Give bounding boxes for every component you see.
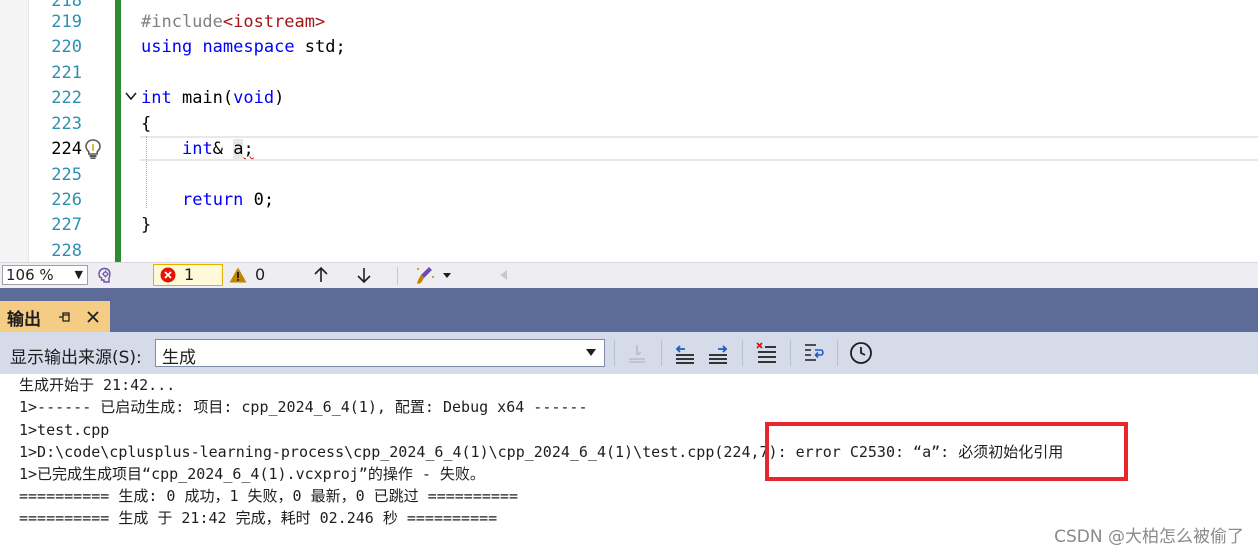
- toolbar-separator: [661, 340, 662, 366]
- clock-icon[interactable]: [849, 341, 873, 365]
- line-number: 227: [51, 215, 82, 235]
- line-number: 226: [51, 190, 82, 210]
- warning-count-button[interactable]: 0: [229, 264, 274, 286]
- lightbulb-icon[interactable]: [83, 138, 103, 160]
- toolbar-separator: [742, 340, 743, 366]
- code-text: ): [274, 88, 285, 108]
- output-line: 1>已完成生成项目“cpp_2024_6_4(1).vcxproj”的操作 - …: [19, 465, 485, 483]
- go-to-location-icon[interactable]: [625, 341, 649, 365]
- keyword: void: [233, 88, 275, 108]
- output-line: 1>------ 已启动生成: 项目: cpp_2024_6_4(1), 配置:…: [19, 398, 588, 416]
- editor-indicator-margin: [0, 0, 29, 262]
- output-line: 1>test.cpp: [19, 421, 110, 439]
- keyword: int: [182, 139, 213, 159]
- arrow-down-icon[interactable]: [355, 266, 373, 284]
- error-squiggle[interactable]: ;: [243, 139, 253, 159]
- toolbar-separator: [614, 340, 615, 366]
- line-number: 220: [51, 37, 82, 57]
- toggle-word-wrap-icon[interactable]: [802, 341, 826, 365]
- error-annotation-box: [765, 422, 1128, 481]
- code-line-226: return 0;: [182, 188, 274, 213]
- code-line-224: int& a;: [182, 137, 254, 162]
- output-line: ========== 生成 于 21:42 完成，耗时 02.246 秒 ===…: [19, 509, 498, 527]
- code-identifier: a: [233, 139, 244, 159]
- watermark: CSDN @大柏怎么被偷了: [1054, 527, 1244, 547]
- warning-icon: [229, 267, 247, 283]
- output-source-label: 显示输出来源(S):: [10, 348, 142, 368]
- code-line-220: using namespace std;: [141, 35, 346, 60]
- line-number-current: 224: [51, 139, 82, 159]
- line-number: 228: [51, 241, 82, 261]
- output-line: ========== 生成: 0 成功，1 失败，0 最新，0 已跳过 ====…: [19, 487, 518, 505]
- keyword: namespace: [202, 37, 295, 57]
- preprocessor-directive: #include: [141, 12, 223, 32]
- code-line-227: }: [141, 215, 152, 235]
- current-line-highlight: [140, 136, 1258, 161]
- code-editor[interactable]: 218 219 220 221 222 223 224 225 226 227 …: [0, 0, 1258, 262]
- chevron-down-icon: [586, 349, 596, 356]
- clear-all-icon[interactable]: [755, 341, 779, 365]
- line-number: 222: [51, 88, 82, 108]
- code-cleanup-icon[interactable]: [95, 266, 115, 286]
- keyword: return: [182, 190, 244, 210]
- output-line: 生成开始于 21:42...: [19, 376, 176, 394]
- next-message-icon[interactable]: [706, 341, 730, 365]
- keyword: int: [141, 88, 172, 108]
- keyword: using: [141, 37, 193, 57]
- toolbar-separator: [837, 340, 838, 366]
- previous-message-icon[interactable]: [673, 341, 697, 365]
- line-number: 221: [51, 63, 82, 83]
- change-tracking-bar: [115, 0, 121, 262]
- code-text: std;: [294, 37, 346, 57]
- zoom-value: 106 %: [6, 266, 54, 284]
- output-source-value: 生成: [162, 348, 196, 368]
- scroll-left-icon[interactable]: [498, 269, 508, 281]
- code-text: 0;: [243, 190, 275, 210]
- error-count-value: 1: [184, 265, 195, 284]
- code-text: &: [212, 139, 234, 159]
- zoom-select[interactable]: 106 % ▼: [2, 265, 88, 285]
- panel-tab-bar: 输出: [0, 288, 1258, 332]
- warning-count-value: 0: [255, 265, 266, 284]
- pin-icon[interactable]: [58, 310, 72, 324]
- line-number: 219: [51, 12, 82, 32]
- indent-guide: [146, 136, 147, 208]
- close-icon[interactable]: [85, 309, 101, 325]
- error-count-button[interactable]: 1: [153, 264, 223, 286]
- error-icon: [160, 267, 176, 283]
- chevron-down-icon: ▼: [74, 268, 83, 281]
- toolbar-separator: [790, 340, 791, 366]
- line-number: 223: [51, 114, 82, 134]
- output-source-select[interactable]: 生成: [155, 339, 605, 368]
- brush-icon[interactable]: [415, 265, 455, 286]
- include-header: <iostream>: [222, 12, 326, 32]
- toolbar-separator: [397, 267, 398, 285]
- tab-output[interactable]: 输出: [0, 301, 110, 332]
- code-line-219: #include<iostream>: [141, 10, 325, 35]
- code-line-223: {: [141, 114, 152, 134]
- tab-output-label: 输出: [7, 310, 41, 330]
- chevron-down-icon[interactable]: [124, 89, 138, 103]
- output-toolbar: 显示输出来源(S): 生成: [0, 332, 1258, 374]
- editor-status-strip: 106 % ▼ 1 0: [0, 262, 1258, 288]
- code-text: main(: [171, 88, 234, 108]
- arrow-up-icon[interactable]: [312, 266, 330, 284]
- code-line-222: int main(void): [141, 86, 284, 111]
- line-number: 225: [51, 165, 82, 185]
